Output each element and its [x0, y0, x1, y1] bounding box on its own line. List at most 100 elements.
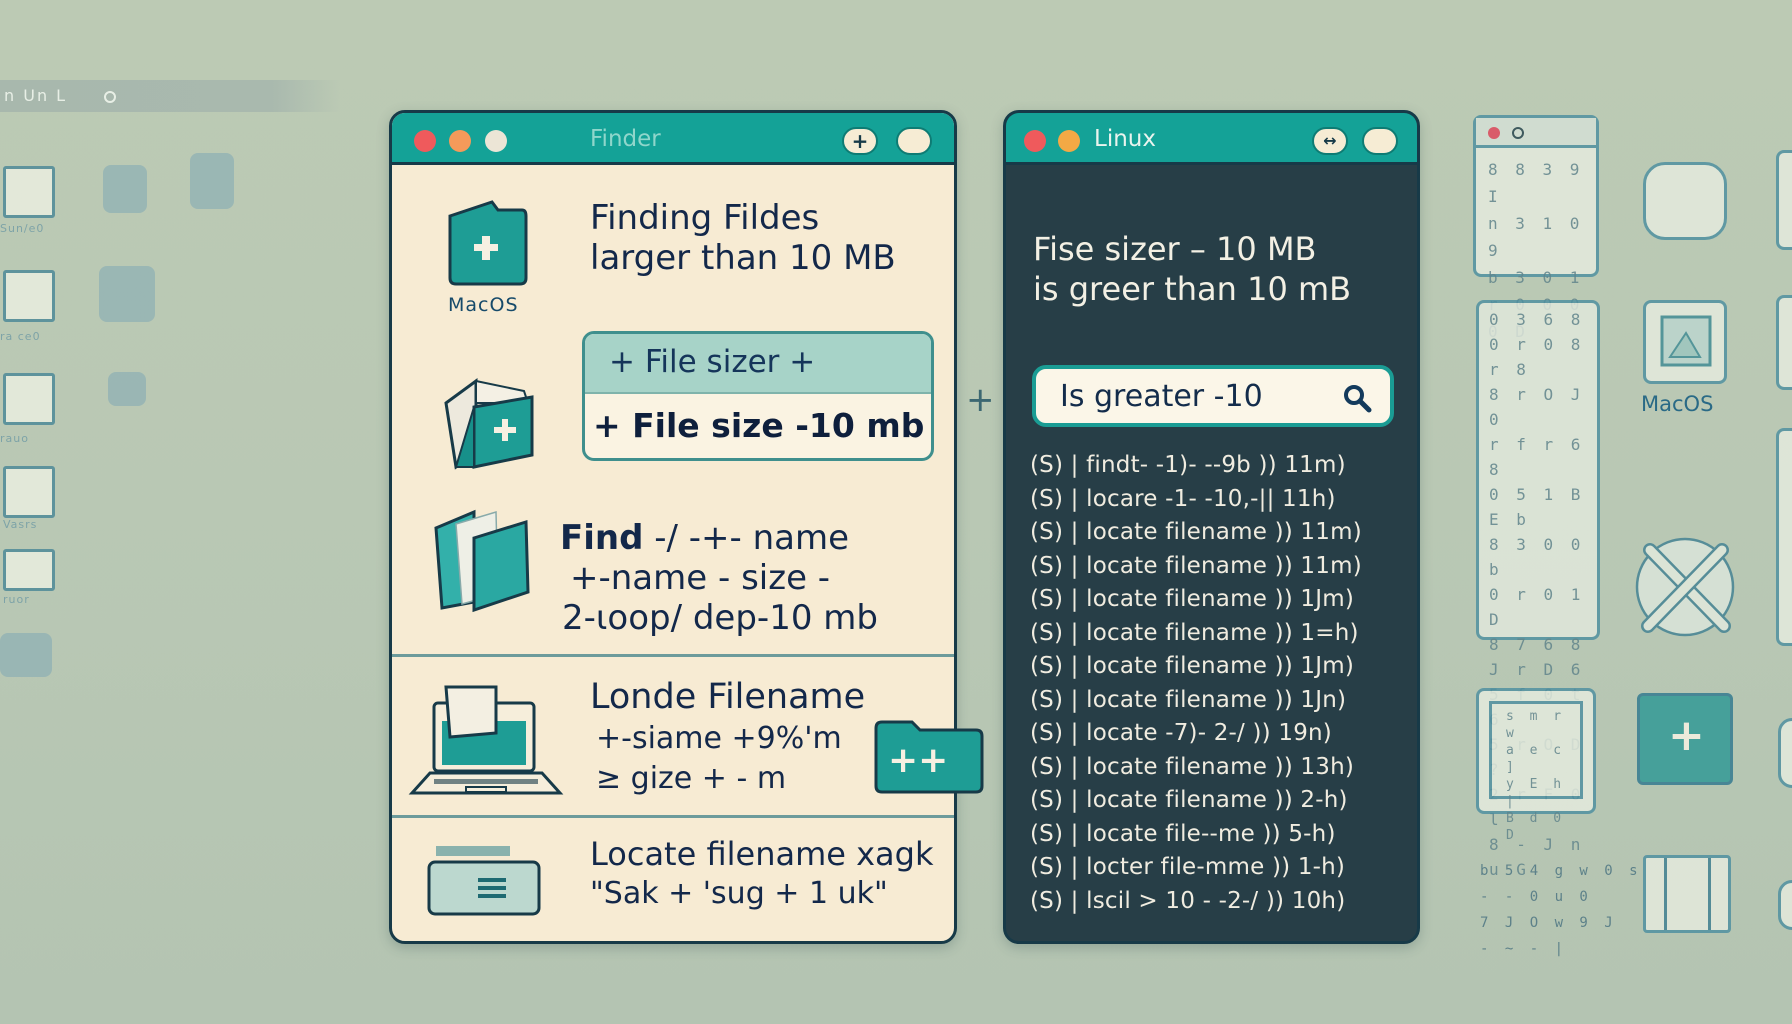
background-glyph-row: b 3 0 1 [1488, 268, 1584, 287]
background-door-line [1708, 858, 1711, 930]
terminal-line: (S) | locate filename )) 1=h) [1030, 619, 1359, 646]
background-plus-icon: + [1668, 710, 1705, 761]
terminal-line: (S) | locate filename )) 2-h) [1030, 787, 1348, 813]
background-glyph-row: r f r 6 8 [1489, 435, 1585, 479]
background-glyph-row: 7 J O w 9 J [1480, 915, 1617, 931]
background-glyph-list: b 5 4 g w 0 s - - 0 u 0 7 J O w 9 J - ~ - | [1480, 858, 1642, 962]
linux-search-input[interactable]: Is greater -10 [1032, 365, 1394, 427]
locate-line2: +-siame +9%'m [596, 721, 842, 756]
linux-heading-line2: is greer than 10 mB [1033, 270, 1352, 308]
close-button[interactable] [414, 130, 436, 152]
terminal-line: (S) | locate filename )) 1Jm) [1030, 653, 1355, 679]
add-button[interactable]: + [842, 127, 878, 155]
resize-button[interactable]: ↔ [1312, 127, 1348, 155]
terminal-line: (S) | locate filename )) 1Jm) [1030, 586, 1355, 612]
background-glyph-row: 0 r 0 8 r 8 [1489, 335, 1585, 379]
find-args: -/ -+- name [643, 518, 850, 558]
background-glyph-row: y E h | [1506, 777, 1566, 809]
background-chart-tile [3, 466, 55, 518]
background-glyph-row: - ~ - | [1480, 941, 1568, 957]
window-title: Finder [590, 126, 661, 152]
close-button[interactable] [1024, 130, 1046, 152]
background-glyph-row: 0 r 0 1 D [1489, 585, 1585, 629]
background-glyph-row: s m r w [1506, 709, 1566, 741]
file-size-filter-value[interactable]: + File size -10 mb [585, 394, 931, 445]
background-door-icon [1643, 855, 1731, 933]
terminal-line: (S) | lscil > 10 - -2-/ )) 10h) [1030, 887, 1346, 914]
terminal-line: (S) | locate filename )) 1Jn) [1030, 686, 1347, 713]
terminal-output: (S) | findt- -1)- --9b )) 11m) (S) | loca… [1030, 449, 1362, 918]
plus-connector-icon: + [966, 380, 995, 420]
toolbar-button[interactable] [896, 127, 932, 155]
find-command-section: Find -/ -+- name +-name - size - 2-ιoop/… [392, 488, 954, 658]
background-info-icon [104, 90, 117, 103]
toolbar-button[interactable] [1362, 127, 1398, 155]
locate-line3: ≥ gize + - m [596, 761, 787, 796]
background-window-titlebar [1476, 118, 1596, 148]
background-list-panel: 0 3 6 8 0 r 0 8 r 8 8 r O J 0 r f r 6 8 0 5 … [1476, 300, 1600, 879]
macos-folder-icon [448, 200, 528, 286]
background-glyph-row: J r D 6 [1489, 660, 1585, 679]
background-minimize-dot [1512, 127, 1524, 139]
finder-window: Finder + MacOS Finding Fildes larger tha… [389, 110, 957, 944]
terminal-line: (S) | locter file-mme )) 1-h) [1030, 854, 1346, 880]
background-glyph-row: 8 7 6 8 [1489, 635, 1585, 654]
background-edge-panel [1776, 150, 1792, 250]
background-x-circle-icon [1635, 537, 1735, 637]
find-line3: 2-ιoop/ dep-10 mb [562, 598, 878, 638]
locate-filename-title: Locate filename xagk [590, 835, 934, 873]
locate-section: Londe Filename +-siame +9%'m ≥ gize + - … [392, 657, 954, 815]
find-line2: +-name - size - [570, 558, 831, 598]
background-file-tile [3, 373, 55, 425]
linux-heading-line1: Fise sizer – 10 MB [1033, 230, 1317, 268]
header-title-line1: Finding Fildes [590, 198, 820, 238]
background-glyph-row: 8 r O J 0 [1489, 385, 1585, 429]
find-keyword: Find [560, 518, 644, 558]
background-edge-panel [1776, 428, 1792, 646]
background-macos-label: MacOS [1641, 392, 1714, 416]
folder-badge-text: ++ [888, 740, 949, 781]
background-folder-icon [190, 153, 234, 209]
search-value[interactable]: Is greater -10 [1060, 379, 1263, 414]
terminal-line: (S) | locate filename )) 11m) [1030, 552, 1362, 579]
background-glyph-row: - - 0 u 0 [1480, 889, 1592, 905]
file-size-filter-header[interactable]: + File sizer + [585, 334, 931, 394]
background-edge-panel [1776, 295, 1792, 390]
background-door-line [1664, 858, 1667, 930]
background-tile-label: Sun/e0 [0, 222, 45, 235]
add-folder-button[interactable]: ++ [872, 718, 986, 794]
background-glyph-row: n 3 1 0 9 [1488, 214, 1584, 260]
terminal-line: (S) | locate filename )) 11m) [1030, 519, 1362, 545]
locate-filename-section: Locate filename xagk "Sak + 'sug + 1 uk" [392, 818, 954, 941]
background-toolbar-text: n Un L [4, 86, 68, 105]
background-folder-icon [0, 633, 52, 677]
file-size-filter-card[interactable]: + File sizer + + File size -10 mb [582, 331, 934, 461]
background-macos-icon [1643, 300, 1727, 384]
minimize-button[interactable] [1058, 130, 1080, 152]
background-tile-label: rauo [0, 432, 29, 445]
background-glyph-row: 8 3 0 0 b [1489, 535, 1585, 579]
linux-window: Linux ↔ Fise sizer – 10 MB is greer than… [1003, 110, 1420, 944]
linux-titlebar: Linux ↔ [1006, 113, 1417, 165]
terminal-line: (S) | locate file--me )) 5-h) [1030, 820, 1336, 847]
background-window: 8 8 3 9 In 3 1 0 9b 3 0 1r 0 0 0 0 D [1473, 115, 1599, 341]
background-image-tile [3, 549, 55, 591]
locate-title: Londe Filename [590, 677, 866, 717]
background-glyph-row: 0 3 6 8 [1489, 310, 1585, 329]
background-edge-panel [1778, 718, 1792, 788]
background-file-tile [3, 270, 55, 322]
background-grid-panel: s m r wa e c ] y E h | B d 0 D [1476, 688, 1596, 843]
background-app-icon [1643, 162, 1727, 240]
background-glyph-row: a e c ] [1506, 743, 1566, 775]
search-icon[interactable] [1342, 383, 1372, 413]
find-line1: Find -/ -+- name [560, 518, 849, 558]
macos-label: MacOS [448, 294, 519, 316]
background-glyph-list: s m r wa e c ] y E h | B d 0 D [1492, 704, 1580, 844]
window-title: Linux [1094, 126, 1156, 152]
background-edge-panel [1778, 880, 1792, 930]
header-title-line2: larger than 10 MB [590, 238, 896, 278]
terminal-line: (S) | locate filename )) 13h) [1030, 753, 1355, 780]
terminal-line: (S) | locare -1- -10,-|| 11h) [1030, 485, 1336, 512]
zoom-button[interactable] [485, 130, 507, 152]
minimize-button[interactable] [449, 130, 471, 152]
